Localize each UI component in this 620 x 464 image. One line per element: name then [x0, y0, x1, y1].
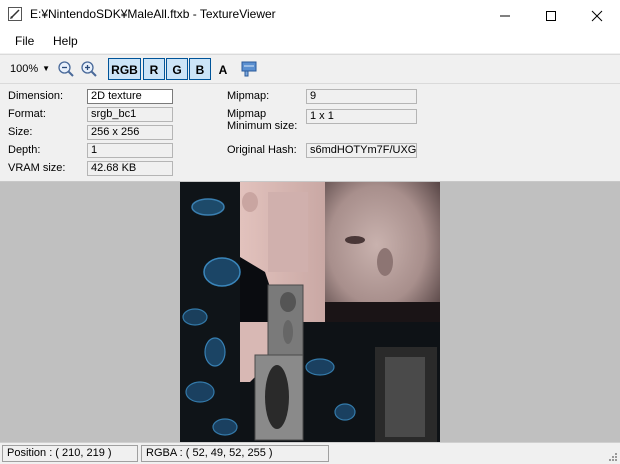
- title-bar: E:¥NintendoSDK¥MaleAll.ftxb - TextureVie…: [0, 0, 620, 30]
- depth-label: Depth:: [8, 144, 41, 156]
- background-color-icon[interactable]: [241, 60, 259, 78]
- menu-help[interactable]: Help: [53, 34, 78, 48]
- texture-info-panel: Dimension: 2D texture Format: srgb_bc1 S…: [0, 84, 620, 182]
- toolbar: 100% ▼ RGB R G B A: [0, 54, 620, 84]
- mipmap-min-label-line1: Mipmap: [227, 108, 267, 120]
- close-icon: [591, 10, 603, 22]
- zoom-value: 100%: [10, 63, 39, 75]
- status-position: Position : ( 210, 219 ): [2, 445, 138, 462]
- texture-image: [180, 182, 440, 442]
- channel-g-button[interactable]: G: [166, 58, 188, 80]
- menu-bar: File Help: [0, 30, 620, 53]
- size-label: Size:: [8, 126, 33, 138]
- close-button[interactable]: [574, 0, 620, 30]
- minimize-icon: [500, 15, 510, 17]
- minimize-button[interactable]: [482, 0, 528, 30]
- hash-field[interactable]: s6mdHOTYm7F/UXG2c: [306, 143, 417, 158]
- chevron-down-icon: ▼: [42, 64, 50, 73]
- zoom-select[interactable]: 100% ▼: [4, 60, 52, 78]
- format-field[interactable]: srgb_bc1: [87, 107, 173, 122]
- hash-label: Original Hash:: [227, 144, 297, 156]
- dimension-label: Dimension:: [8, 90, 64, 102]
- mipmap-field[interactable]: 9: [306, 89, 417, 104]
- vram-label: VRAM size:: [8, 162, 66, 174]
- zoom-out-icon[interactable]: [57, 60, 75, 78]
- channel-rgb-button[interactable]: RGB: [108, 58, 141, 80]
- menu-file[interactable]: File: [15, 34, 34, 48]
- format-label: Format:: [8, 108, 46, 120]
- texture-canvas[interactable]: [0, 182, 620, 442]
- maximize-icon: [546, 10, 556, 21]
- mipmap-min-field[interactable]: 1 x 1: [306, 109, 417, 124]
- status-rgba: RGBA : ( 52, 49, 52, 255 ): [141, 445, 329, 462]
- window-title: E:¥NintendoSDK¥MaleAll.ftxb - TextureVie…: [30, 7, 276, 21]
- mipmap-label: Mipmap:: [227, 90, 270, 102]
- size-field[interactable]: 256 x 256: [87, 125, 173, 140]
- vram-field[interactable]: 42.68 KB: [87, 161, 173, 176]
- status-bar: Position : ( 210, 219 ) RGBA : ( 52, 49,…: [0, 442, 620, 464]
- resize-grip-icon[interactable]: [608, 452, 618, 462]
- dimension-field[interactable]: 2D texture: [87, 89, 173, 104]
- mipmap-min-label-line2: Minimum size:: [227, 120, 298, 132]
- maximize-button[interactable]: [528, 0, 574, 30]
- channel-a-button[interactable]: A: [212, 58, 234, 80]
- channel-r-button[interactable]: R: [143, 58, 165, 80]
- depth-field[interactable]: 1: [87, 143, 173, 158]
- channel-b-button[interactable]: B: [189, 58, 211, 80]
- app-icon: [8, 7, 22, 21]
- zoom-in-icon[interactable]: [80, 60, 98, 78]
